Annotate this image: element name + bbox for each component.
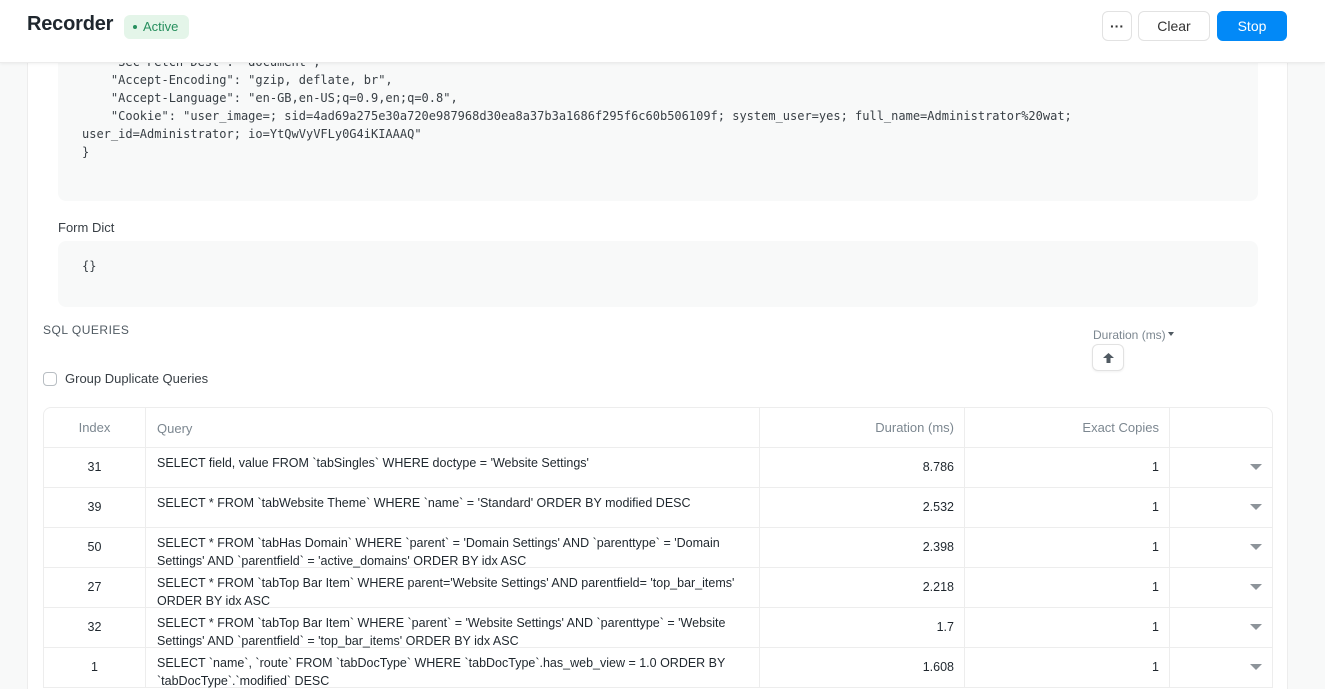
row-query: SELECT * FROM `tabHas Domain` WHERE `par…	[146, 528, 760, 568]
form-dict-label: Form Dict	[58, 220, 115, 235]
header-code-line: "Accept-Language": "en-GB,en-US;q=0.9,en…	[82, 91, 458, 105]
column-header-query[interactable]: Query	[146, 408, 760, 447]
header-code-line: user_id=Administrator; io=YtQwVyVFLy0G4i…	[82, 127, 422, 141]
expand-row-caret-icon[interactable]	[1250, 664, 1262, 670]
row-index: 31	[44, 448, 146, 487]
column-header-index[interactable]: Index	[44, 408, 146, 447]
row-index: 39	[44, 488, 146, 527]
stop-button[interactable]: Stop	[1217, 11, 1287, 41]
row-index: 1	[44, 648, 146, 687]
column-header-duration[interactable]: Duration (ms)	[760, 408, 965, 447]
group-duplicates-label: Group Duplicate Queries	[65, 371, 209, 386]
table-row[interactable]: 50 SELECT * FROM `tabHas Domain` WHERE `p…	[44, 528, 1272, 568]
more-actions-button[interactable]: ···	[1102, 11, 1132, 41]
row-duration: 2.218	[760, 568, 965, 607]
row-duration: 1.608	[760, 648, 965, 687]
status-badge-label: Active	[143, 19, 179, 34]
row-exact-copies: 1	[965, 448, 1170, 487]
arrow-up-icon	[1103, 353, 1114, 363]
table-header-row: Index Query Duration (ms) Exact Copies	[44, 408, 1272, 448]
request-detail-card: "Sec-Fetch-Dest": "document", "Accept-En…	[27, 53, 1288, 689]
table-row[interactable]: 1 SELECT `name`, `route` FROM `tabDocType…	[44, 648, 1272, 688]
row-exact-copies: 1	[965, 648, 1170, 687]
sort-by-dropdown[interactable]: Duration (ms)	[1093, 328, 1174, 342]
form-dict-block: {}	[58, 241, 1258, 307]
row-actions	[1170, 448, 1272, 487]
row-query: SELECT * FROM `tabWebsite Theme` WHERE `…	[146, 488, 760, 527]
table-row[interactable]: 32 SELECT * FROM `tabTop Bar Item` WHERE …	[44, 608, 1272, 648]
page-header: Recorder Active ··· Clear Stop	[0, 0, 1325, 63]
table-body: 31 SELECT field, value FROM `tabSingles` …	[44, 448, 1272, 688]
group-duplicates-checkbox[interactable]	[43, 372, 57, 386]
sort-direction-button[interactable]	[1092, 344, 1124, 371]
row-exact-copies: 1	[965, 608, 1170, 647]
page-title: Recorder	[27, 13, 114, 35]
header-code-line: "Accept-Encoding": "gzip, deflate, br",	[82, 73, 393, 87]
request-headers-block: "Sec-Fetch-Dest": "document", "Accept-En…	[58, 53, 1258, 201]
expand-row-caret-icon[interactable]	[1250, 544, 1262, 550]
row-duration: 2.398	[760, 528, 965, 567]
row-actions	[1170, 648, 1272, 687]
row-exact-copies: 1	[965, 568, 1170, 607]
header-code-line: }	[82, 145, 90, 159]
row-exact-copies: 1	[965, 528, 1170, 567]
column-header-actions	[1170, 408, 1272, 447]
table-row[interactable]: 39 SELECT * FROM `tabWebsite Theme` WHERE…	[44, 488, 1272, 528]
table-row[interactable]: 31 SELECT field, value FROM `tabSingles` …	[44, 448, 1272, 488]
row-query: SELECT field, value FROM `tabSingles` WH…	[146, 448, 760, 487]
row-index: 32	[44, 608, 146, 647]
form-dict-code: {}	[82, 259, 97, 273]
row-exact-copies: 1	[965, 488, 1170, 527]
header-code-line: "Cookie": "user_image=; sid=4ad69a275e30…	[82, 109, 1072, 123]
row-actions	[1170, 608, 1272, 647]
status-dot-icon	[133, 25, 137, 29]
expand-row-caret-icon[interactable]	[1250, 624, 1262, 630]
row-index: 27	[44, 568, 146, 607]
clear-button[interactable]: Clear	[1138, 11, 1210, 41]
expand-row-caret-icon[interactable]	[1250, 504, 1262, 510]
sort-by-label: Duration (ms)	[1093, 328, 1166, 342]
row-query: SELECT * FROM `tabTop Bar Item` WHERE `p…	[146, 608, 760, 648]
expand-row-caret-icon[interactable]	[1250, 584, 1262, 590]
row-duration: 1.7	[760, 608, 965, 647]
row-query: SELECT * FROM `tabTop Bar Item` WHERE pa…	[146, 568, 760, 608]
expand-row-caret-icon[interactable]	[1250, 464, 1262, 470]
sql-queries-title: SQL QUERIES	[43, 323, 130, 337]
column-header-exact-copies[interactable]: Exact Copies	[965, 408, 1170, 447]
row-actions	[1170, 568, 1272, 607]
sql-queries-table: Index Query Duration (ms) Exact Copies 3…	[43, 407, 1273, 688]
row-actions	[1170, 528, 1272, 567]
row-actions	[1170, 488, 1272, 527]
row-query: SELECT `name`, `route` FROM `tabDocType`…	[146, 648, 760, 688]
row-duration: 2.532	[760, 488, 965, 527]
table-row[interactable]: 27 SELECT * FROM `tabTop Bar Item` WHERE …	[44, 568, 1272, 608]
row-index: 50	[44, 528, 146, 567]
row-duration: 8.786	[760, 448, 965, 487]
caret-down-icon	[1167, 332, 1174, 337]
request-headers-code: "Sec-Fetch-Dest": "document", "Accept-En…	[82, 53, 1072, 161]
status-badge: Active	[124, 15, 190, 39]
